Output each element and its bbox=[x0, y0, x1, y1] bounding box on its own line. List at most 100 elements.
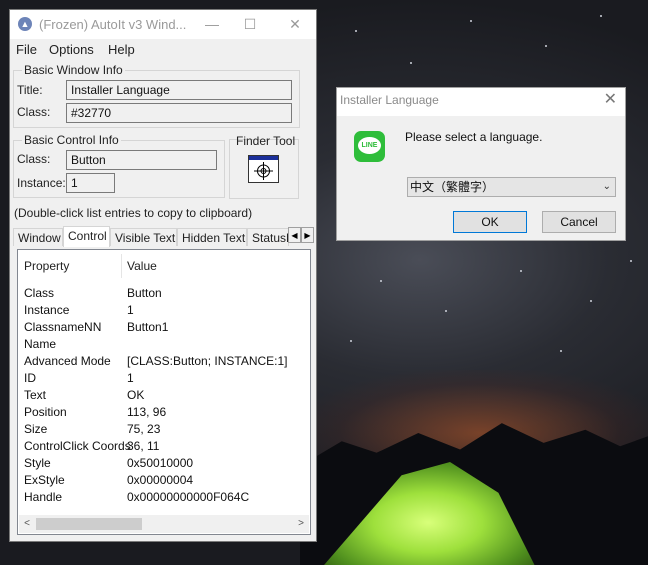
menu-options[interactable]: Options bbox=[49, 42, 94, 57]
list-row-size[interactable]: Size 75, 23 bbox=[18, 421, 310, 438]
column-header-property[interactable]: Property bbox=[24, 254, 69, 278]
row-value: [CLASS:Button; INSTANCE:1] bbox=[127, 354, 288, 368]
list-row-name[interactable]: Name bbox=[18, 336, 310, 353]
finder-crosshair-icon[interactable] bbox=[248, 155, 279, 183]
row-value: 0x00000000000F064C bbox=[127, 490, 250, 504]
list-row-class[interactable]: Class Button bbox=[18, 285, 310, 302]
installer-language-dialog: Installer Language ✕ LINE Please select … bbox=[336, 87, 626, 241]
dialog-title: Installer Language bbox=[340, 93, 439, 107]
list-row-position[interactable]: Position 113, 96 bbox=[18, 404, 310, 421]
ok-button[interactable]: OK bbox=[453, 211, 527, 233]
dialog-close-button[interactable]: ✕ bbox=[604, 89, 617, 109]
dialog-body: LINE Please select a language. 中文（繁體字） ⌄… bbox=[337, 116, 625, 240]
star bbox=[470, 20, 472, 22]
chevron-down-icon: ⌄ bbox=[602, 181, 611, 192]
star bbox=[355, 30, 357, 32]
list-row-instance[interactable]: Instance 1 bbox=[18, 302, 310, 319]
autoit-app-icon: ▲ bbox=[18, 17, 32, 31]
star bbox=[590, 300, 592, 302]
window-class-field[interactable]: #32770 bbox=[66, 103, 292, 123]
basic-window-info-title: Basic Window Info bbox=[22, 63, 125, 77]
instance-label: Instance: bbox=[17, 176, 66, 190]
row-property: Name bbox=[24, 337, 57, 351]
row-value: OK bbox=[127, 388, 145, 402]
row-property: ControlClick Coords bbox=[24, 439, 131, 453]
menu-bar: File Options Help bbox=[10, 39, 316, 61]
menu-file[interactable]: File bbox=[16, 42, 37, 57]
finder-tool-title: Finder Tool bbox=[236, 134, 296, 148]
tab-window[interactable]: Window bbox=[13, 228, 63, 246]
row-property: ClassnameNN bbox=[24, 320, 102, 334]
list-row-classnamenn[interactable]: ClassnameNN Button1 bbox=[18, 319, 310, 336]
control-properties-list[interactable]: Property Value Class Button Instance 1 Cla… bbox=[17, 249, 311, 535]
scroll-right-icon[interactable]: > bbox=[293, 515, 309, 533]
star bbox=[630, 260, 632, 262]
row-property: Text bbox=[24, 388, 47, 402]
copy-hint-text: (Double-click list entries to copy to cl… bbox=[14, 206, 253, 220]
row-value: 1 bbox=[127, 303, 134, 317]
list-row-text[interactable]: Text OK bbox=[18, 387, 310, 404]
tab-visible-text[interactable]: Visible Text bbox=[110, 228, 177, 246]
window-title: (Frozen) AutoIt v3 Wind... bbox=[39, 17, 187, 32]
list-row-style[interactable]: Style 0x50010000 bbox=[18, 455, 310, 472]
row-property: Size bbox=[24, 422, 48, 436]
row-property: ID bbox=[24, 371, 36, 385]
row-property: Instance bbox=[24, 303, 70, 317]
list-row-advanced-mode[interactable]: Advanced Mode [CLASS:Button; INSTANCE:1] bbox=[18, 353, 310, 370]
maximize-button[interactable]: ☐ bbox=[238, 14, 262, 34]
control-class-field[interactable]: Button bbox=[66, 150, 217, 170]
window-title-field[interactable]: Installer Language bbox=[66, 80, 292, 100]
list-row-id[interactable]: ID 1 bbox=[18, 370, 310, 387]
instance-field[interactable]: 1 bbox=[66, 173, 115, 193]
row-value: Button bbox=[127, 286, 162, 300]
select-language-message: Please select a language. bbox=[405, 130, 543, 144]
list-row-exstyle[interactable]: ExStyle 0x00000004 bbox=[18, 472, 310, 489]
list-row-controlclick-coords[interactable]: ControlClick Coords 36, 11 bbox=[18, 438, 310, 455]
selected-language: 中文（繁體字） bbox=[410, 180, 495, 194]
horizontal-scrollbar[interactable]: < > bbox=[19, 515, 309, 533]
row-property: ExStyle bbox=[24, 473, 65, 487]
window-class-label: Class: bbox=[17, 105, 51, 119]
cancel-button[interactable]: Cancel bbox=[542, 211, 616, 233]
tab-control[interactable]: Control bbox=[63, 226, 110, 247]
tab-strip: Window Control Visible Text Hidden Text … bbox=[13, 226, 315, 247]
language-dropdown[interactable]: 中文（繁體字） ⌄ bbox=[407, 177, 616, 197]
title-label: Title: bbox=[17, 83, 43, 97]
row-value: 36, 11 bbox=[127, 439, 160, 453]
star bbox=[545, 45, 547, 47]
row-property: Class bbox=[24, 286, 55, 300]
tab-scroll-left-icon[interactable]: ◀ bbox=[288, 227, 301, 243]
column-header-value[interactable]: Value bbox=[127, 254, 157, 278]
scroll-left-icon[interactable]: < bbox=[19, 515, 35, 533]
tab-scroll-right-icon[interactable]: ▶ bbox=[301, 227, 314, 243]
row-property: Handle bbox=[24, 490, 63, 504]
control-class-label: Class: bbox=[17, 152, 51, 166]
menu-help[interactable]: Help bbox=[108, 42, 135, 57]
star bbox=[380, 280, 382, 282]
star bbox=[560, 350, 562, 352]
star bbox=[520, 270, 522, 272]
line-app-icon: LINE bbox=[354, 131, 385, 162]
minimize-button[interactable]: — bbox=[200, 14, 224, 34]
row-property: Style bbox=[24, 456, 51, 470]
row-value: 113, 96 bbox=[127, 405, 167, 419]
star bbox=[445, 310, 447, 312]
tab-hidden-text[interactable]: Hidden Text bbox=[177, 228, 247, 246]
close-button[interactable]: ✕ bbox=[283, 14, 307, 34]
row-value: 1 bbox=[127, 371, 134, 385]
row-property: Advanced Mode bbox=[24, 354, 111, 368]
row-value: 0x00000004 bbox=[127, 473, 194, 487]
scroll-thumb[interactable] bbox=[36, 518, 142, 530]
star bbox=[410, 62, 412, 64]
row-value: Button1 bbox=[127, 320, 169, 334]
row-value: 75, 23 bbox=[127, 422, 161, 436]
star bbox=[350, 340, 352, 342]
row-value: 0x50010000 bbox=[127, 456, 194, 470]
tab-statusbar[interactable]: StatusB bbox=[247, 228, 289, 246]
title-bar[interactable]: ▲ (Frozen) AutoIt v3 Wind... — ☐ ✕ bbox=[10, 10, 316, 39]
list-row-handle[interactable]: Handle 0x00000000000F064C bbox=[18, 489, 310, 506]
basic-control-info-title: Basic Control Info bbox=[22, 133, 121, 147]
column-separator[interactable] bbox=[121, 254, 122, 278]
autoit-window: ▲ (Frozen) AutoIt v3 Wind... — ☐ ✕ File … bbox=[9, 9, 317, 542]
line-logo-text: LINE bbox=[358, 137, 381, 154]
